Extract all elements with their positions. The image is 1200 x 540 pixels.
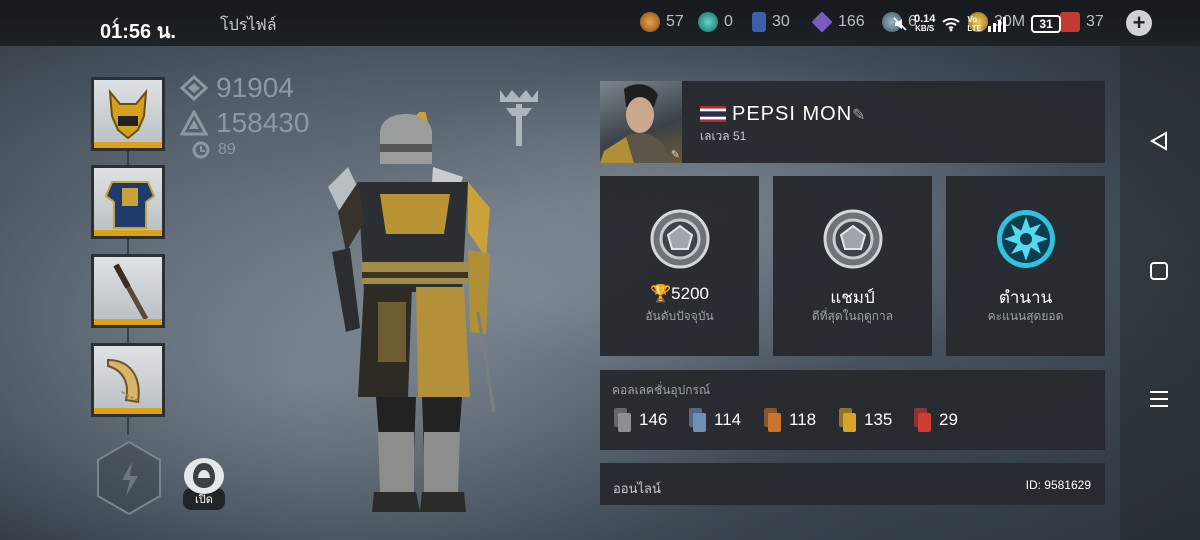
collection-legendary: 135 — [839, 408, 892, 432]
collection-title: คอลเลคชั่นอุปกรณ์ — [612, 383, 711, 397]
player-avatar[interactable]: ✎ — [600, 81, 682, 163]
android-nav-bar — [1120, 46, 1200, 540]
coin-icon — [640, 12, 660, 32]
crystal-icon — [811, 11, 833, 33]
horn-icon — [107, 358, 141, 404]
legend-label: คะแนนสุดยอด — [987, 309, 1064, 323]
power2-stat: 158430 — [180, 107, 309, 139]
net-speed: 0.14 — [914, 13, 936, 25]
currency-coin[interactable]: 57 — [640, 12, 684, 32]
legend-emblem-icon — [996, 210, 1055, 268]
currency-ruby[interactable]: 37 — [1060, 12, 1104, 32]
top-bar: ‹ 01:56 น. โปรไฟล์ 57 0 30 166 6 30M 37 … — [0, 0, 1200, 46]
blue-card-icon — [689, 408, 706, 432]
gear-collection-panel[interactable]: คอลเลคชั่นอุปกรณ์ 146 114 118 135 29 — [600, 370, 1105, 450]
trophy-icon: 🏆 — [650, 284, 672, 303]
currency-card[interactable]: 30 — [752, 12, 790, 32]
edit-avatar-icon[interactable]: ✎ — [671, 148, 680, 161]
current-rank-card[interactable]: 🏆5200 อันดับปัจจุบัน — [600, 176, 759, 356]
orange-card-icon — [764, 408, 781, 432]
accessory-slot[interactable] — [91, 343, 165, 417]
currency-crystal[interactable]: 166 — [811, 11, 865, 33]
online-status: ออนไลน์ — [613, 481, 661, 496]
current-rank-label: อันดับปัจจุบัน — [645, 309, 714, 323]
status-time: 01:56 น. — [100, 21, 176, 43]
net-unit: KB/S — [915, 24, 935, 33]
season-best-label: ดีที่สุดในฤดูกาล — [811, 309, 894, 323]
open-visibility-button[interactable]: เปิด — [183, 458, 225, 510]
nav-recents-icon[interactable] — [1148, 388, 1170, 410]
ruby-icon — [1060, 12, 1080, 32]
edit-name-icon[interactable]: ✎ — [852, 105, 865, 125]
ability-hex-slot[interactable] — [95, 440, 163, 516]
collection-epic: 118 — [764, 408, 816, 432]
character-model[interactable] — [318, 112, 508, 522]
card-icon — [752, 12, 766, 32]
player-id: ID: 9581629 — [1025, 478, 1091, 492]
red-card-icon — [914, 408, 931, 432]
system-status-icons: 0.14 KB/S Vo LTE 31 — [892, 14, 1061, 34]
level-stat: 89 — [192, 141, 236, 159]
legend-card[interactable]: ตำนาน คะแนนสุดยอด — [946, 176, 1105, 356]
nav-back-icon[interactable] — [1148, 130, 1170, 152]
cycle-icon — [192, 141, 210, 159]
profile-card[interactable]: ✎ PEPSI MON ✎ เลเวล 51 — [600, 81, 1105, 163]
status-bar-panel: ออนไลน์ ID: 9581629 — [600, 463, 1105, 505]
gem-icon — [698, 12, 718, 32]
katana-icon — [113, 263, 149, 321]
season-best-card[interactable]: แชมป์ ดีที่สุดในฤดูกาล — [773, 176, 932, 356]
helmet-icon — [108, 88, 148, 140]
signal-icon — [988, 17, 1007, 32]
hood-icon — [184, 458, 224, 494]
player-level: เลเวล 51 — [700, 129, 747, 143]
weapon-slot[interactable] — [91, 254, 165, 328]
add-currency-button[interactable]: + — [1126, 10, 1152, 36]
power-icon — [180, 75, 208, 101]
armor-slot[interactable] — [91, 165, 165, 239]
thai-flag-icon — [700, 106, 726, 122]
currency-gem[interactable]: 0 — [698, 12, 733, 32]
champion-rank-emblem-icon — [823, 209, 882, 269]
current-rank-value: 🏆5200 — [650, 284, 709, 303]
triangle-power-icon — [180, 110, 208, 136]
battery-indicator: 31 — [1031, 15, 1061, 33]
power-stat: 91904 — [180, 72, 294, 104]
player-name: PEPSI MON — [732, 103, 853, 125]
collection-mythic: 29 — [914, 408, 958, 432]
yellow-card-icon — [839, 408, 856, 432]
collection-rare: 114 — [689, 408, 741, 432]
collection-common: 146 — [614, 408, 667, 432]
mute-icon — [893, 17, 907, 31]
helmet-slot[interactable] — [91, 77, 165, 151]
silver-rank-emblem-icon — [650, 209, 709, 269]
gray-card-icon — [614, 408, 631, 432]
nav-home-icon[interactable] — [1148, 260, 1170, 282]
armor-icon — [104, 181, 156, 229]
volte-badge: Vo LTE — [967, 15, 982, 33]
page-title: โปรไฟล์ — [220, 17, 277, 34]
wifi-icon — [942, 18, 961, 32]
